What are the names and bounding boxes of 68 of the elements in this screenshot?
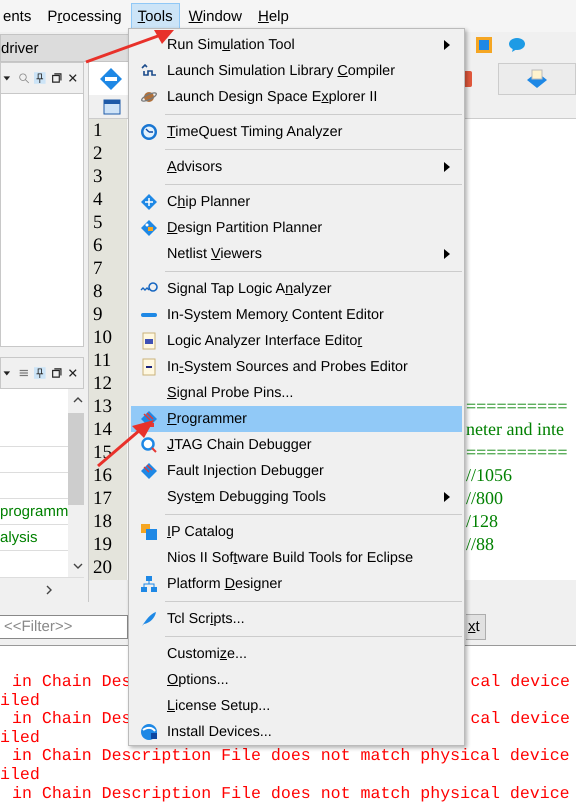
menu-item[interactable]: IP Catalog xyxy=(131,518,462,545)
menu-item[interactable]: Launch Design Space Explorer II xyxy=(131,84,462,110)
menu-item[interactable]: Signal Tap Logic Analyzer xyxy=(131,276,462,302)
message-text: iled xyxy=(0,766,40,785)
menu-item[interactable]: ents xyxy=(0,2,38,30)
list-item[interactable]: programm xyxy=(0,503,68,520)
menu-item[interactable]: Fault Injection Debugger xyxy=(131,458,462,484)
line-number: 11 xyxy=(93,350,112,371)
menu-item[interactable]: Programmer xyxy=(131,406,462,432)
menu-item[interactable]: Launch Simulation Library Compiler xyxy=(131,58,462,84)
code-line: //800 xyxy=(466,488,504,508)
message-text: cal device xyxy=(470,710,571,729)
message-text: iled xyxy=(0,728,40,748)
line-number: 2 xyxy=(93,143,102,164)
menu-item[interactable]: In-System Sources and Probes Editor xyxy=(131,354,462,380)
code-line: ========== xyxy=(466,442,568,462)
line-number: 20 xyxy=(93,557,112,578)
menu-item[interactable]: System Debugging Tools xyxy=(131,484,462,510)
menu-item[interactable]: Help xyxy=(250,2,296,30)
menu-item[interactable]: Logic Analyzer Interface Editor xyxy=(131,328,462,354)
code-line: ========== xyxy=(466,396,568,416)
menu-item[interactable]: License Setup... xyxy=(131,692,462,719)
line-number: 7 xyxy=(93,258,102,279)
menu-item[interactable]: Options... xyxy=(131,666,462,693)
line-number: 16 xyxy=(93,465,112,486)
menu-item[interactable]: TimeQuest Timing Analyzer xyxy=(131,118,462,145)
filter-field[interactable]: <<Filter>> xyxy=(0,614,128,638)
line-number: 9 xyxy=(93,304,102,325)
menu-item[interactable]: In-System Memory Content Editor xyxy=(131,302,462,328)
menu-item[interactable]: Nios II Software Build Tools for Eclipse xyxy=(131,544,462,571)
list-item[interactable]: alysis xyxy=(0,529,38,546)
menu-item[interactable]: Signal Probe Pins... xyxy=(131,380,462,406)
menu-item[interactable]: Window xyxy=(182,2,249,30)
menu-item[interactable]: Run Simulation Tool xyxy=(131,32,462,58)
message-text: in Chain Description File does not match physical device xyxy=(11,784,570,804)
message-text: in Chain Description File does not match physical device xyxy=(11,747,570,766)
menu-item[interactable]: Tools xyxy=(130,2,180,30)
menu-item[interactable]: Tcl Scripts... xyxy=(131,606,462,632)
line-number: 4 xyxy=(93,189,102,210)
line-number: 12 xyxy=(93,373,112,394)
line-number: 13 xyxy=(93,396,112,417)
message-text: cal device xyxy=(470,673,571,692)
line-number: 18 xyxy=(93,511,112,532)
code-line: /128 xyxy=(466,511,498,531)
line-number: 3 xyxy=(93,166,102,187)
line-number: 10 xyxy=(93,327,112,348)
line-number: 1 xyxy=(93,120,102,141)
code-line: neter and inte xyxy=(466,419,564,439)
menu-item[interactable]: Customize... xyxy=(131,640,462,667)
menu-item[interactable]: Processing xyxy=(40,2,129,30)
menu-item[interactable]: Advisors xyxy=(131,154,462,180)
line-number: 5 xyxy=(93,212,102,233)
menu-item[interactable]: Chip Planner xyxy=(131,188,462,215)
menu-item[interactable]: Install Devices... xyxy=(131,718,462,745)
line-number: 17 xyxy=(93,488,112,509)
menu-item[interactable]: JTAG Chain Debugger xyxy=(131,432,462,458)
message-text: iled xyxy=(0,692,40,710)
menu-item[interactable]: Netlist Viewers xyxy=(131,240,462,267)
menu-item[interactable]: Platform Designer xyxy=(131,570,462,597)
next-button[interactable]: xt xyxy=(466,614,486,640)
line-number: 8 xyxy=(93,281,102,302)
line-number: 6 xyxy=(93,235,102,256)
menu-item[interactable]: Design Partition Planner xyxy=(131,214,462,241)
code-line: //88 xyxy=(466,534,494,554)
panel-tab[interactable]: driver xyxy=(0,34,130,62)
code-line: //1056 xyxy=(466,465,512,485)
line-number: 19 xyxy=(93,534,112,555)
line-number: 14 xyxy=(93,419,112,440)
